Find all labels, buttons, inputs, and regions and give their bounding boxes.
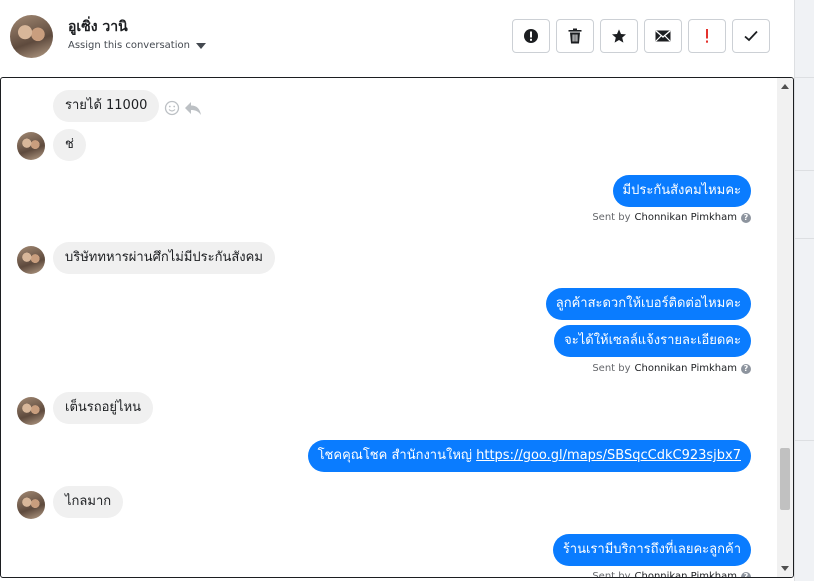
scrollbar[interactable] [777, 78, 793, 577]
mark-unread-button[interactable] [644, 19, 682, 53]
star-icon [612, 29, 626, 43]
sent-by-label: Sent by Chonnikan Pimkham ? [592, 212, 751, 223]
envelope-icon [655, 30, 671, 42]
scroll-down-arrow-icon[interactable] [781, 566, 789, 571]
message-bubble-incoming[interactable]: รายได้ 11000 [53, 90, 160, 122]
trash-icon [568, 28, 582, 44]
sent-by-label: Sent by Chonnikan Pimkham ? [592, 363, 751, 374]
message-text: โชคคุณโชค สำนักงานใหญ่ [317, 448, 477, 463]
contact-name[interactable]: อูเซิ่ง วานิ [68, 16, 128, 38]
star-button[interactable] [600, 19, 638, 53]
help-icon[interactable]: ? [741, 363, 751, 374]
sent-by-prefix: Sent by [592, 212, 631, 223]
sent-by-agent: Chonnikan Pimkham [634, 212, 737, 223]
avatar [17, 246, 45, 274]
alert-button[interactable] [512, 19, 550, 53]
maps-link[interactable]: https://goo.gl/maps/SBSqcCdkC923sjbx7 [476, 448, 741, 463]
sent-by-prefix: Sent by [592, 363, 631, 374]
sent-by-prefix: Sent by [592, 571, 631, 577]
delete-button[interactable] [556, 19, 594, 53]
divider [795, 77, 814, 78]
sent-by-agent: Chonnikan Pimkham [634, 571, 737, 577]
avatar [17, 491, 45, 519]
message-bubble-incoming[interactable]: เต็นรถอยู่ไหน [53, 392, 154, 424]
avatar [17, 132, 45, 160]
help-icon[interactable]: ? [741, 571, 751, 577]
caret-down-icon [195, 42, 206, 49]
message-bubble-incoming[interactable]: ไกลมาก [53, 486, 124, 518]
message-bubble-outgoing[interactable]: โชคคุณโชค สำนักงานใหญ่ https://goo.gl/ma… [307, 440, 751, 472]
divider [795, 170, 814, 171]
done-button[interactable] [732, 19, 770, 53]
spam-button[interactable] [688, 19, 726, 53]
message-thread[interactable]: รายได้ 11000 ช่ มีประกันสังคมไหมคะ Sent … [0, 77, 794, 578]
sent-by-agent: Chonnikan Pimkham [634, 363, 737, 374]
check-icon [744, 30, 758, 42]
divider [795, 440, 814, 441]
message-bubble-outgoing[interactable]: จะได้ให้เซลล์แจ้งรายละเอียดคะ [554, 325, 751, 357]
assign-conversation-dropdown[interactable]: Assign this conversation [68, 40, 206, 51]
scrollbar-thumb[interactable] [780, 448, 790, 510]
scroll-up-arrow-icon[interactable] [781, 84, 789, 89]
help-icon[interactable]: ? [741, 212, 751, 223]
avatar[interactable] [10, 15, 53, 58]
exclamation-icon [706, 29, 708, 43]
conversation-header: อูเซิ่ง วานิ Assign this conversation [0, 0, 794, 77]
alert-circle-icon [524, 29, 538, 43]
smiley-icon[interactable] [164, 100, 180, 116]
message-bubble-outgoing[interactable]: มีประกันสังคมไหมคะ [612, 175, 751, 207]
sent-by-label: Sent by Chonnikan Pimkham ? [592, 571, 751, 577]
reply-icon[interactable] [184, 100, 202, 116]
divider [795, 238, 814, 239]
message-bubble-outgoing[interactable]: ลูกค้าสะดวกให้เบอร์ติดต่อไหมคะ [545, 288, 751, 320]
message-list: รายได้ 11000 ช่ มีประกันสังคมไหมคะ Sent … [1, 78, 777, 577]
message-bubble-outgoing[interactable]: ร้านเรามีบริการถึงที่เลยคะลูกค้า [552, 534, 751, 566]
message-actions [164, 100, 202, 116]
message-bubble-incoming[interactable]: ช่ [53, 129, 86, 161]
assign-label: Assign this conversation [68, 40, 190, 51]
toolbar [512, 19, 770, 53]
message-bubble-incoming[interactable]: บริษัททหารผ่านศึกไม่มีประกันสังคม [53, 242, 275, 274]
avatar [17, 397, 45, 425]
side-panel-edge [794, 0, 814, 581]
